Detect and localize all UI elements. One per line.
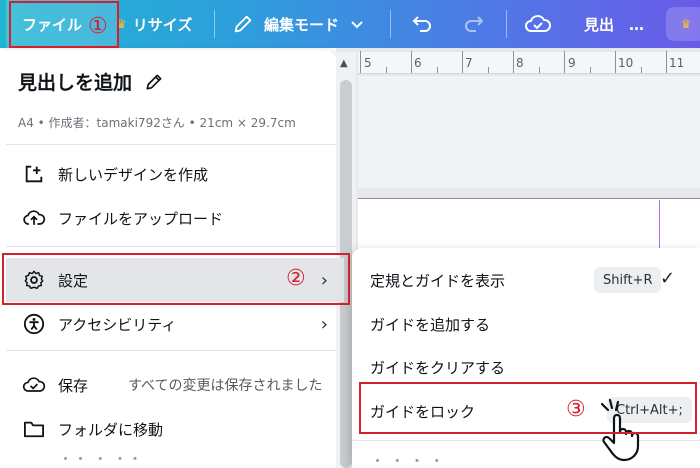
undo-button[interactable] — [410, 0, 434, 48]
save-item[interactable]: 保存 すべての変更は保存されました — [6, 363, 344, 407]
annotation-number-2: ② — [286, 266, 306, 291]
ruler-tick-label: 10 — [618, 56, 634, 70]
show-rulers-guides-label: 定規とガイドを表示 — [370, 271, 506, 290]
ruler-tick — [488, 67, 489, 73]
upload-file-item[interactable]: ファイルをアップロード — [6, 196, 344, 240]
resize-label: リサイズ — [132, 15, 193, 34]
save-label: 保存 — [58, 376, 89, 395]
ruler-tick — [539, 67, 540, 73]
menu-divider — [6, 144, 336, 145]
clear-guides-label: ガイドをクリアする — [370, 358, 506, 377]
accessibility-item[interactable]: アクセシビリティ › — [6, 302, 344, 346]
design-title-label: 見出 … — [584, 15, 645, 34]
hand-pointer-icon — [600, 398, 640, 462]
move-to-folder-label: フォルダに移動 — [58, 420, 164, 439]
chevron-right-icon: › — [320, 313, 328, 335]
check-icon: ✓ — [660, 268, 676, 289]
shortcut-badge: Shift+R — [594, 267, 662, 293]
annotation-number-1: ① — [88, 14, 108, 39]
accessibility-label: アクセシビリティ — [58, 315, 177, 334]
toolbar-divider — [506, 10, 507, 38]
ruler-tick — [564, 51, 565, 73]
move-to-folder-item[interactable]: フォルダに移動 — [6, 407, 344, 451]
ruler-tick-label: 7 — [465, 56, 473, 70]
file-menu-label: ファイル — [22, 15, 83, 34]
edit-mode-dropdown[interactable]: 編集モード — [232, 0, 365, 48]
folder-icon — [22, 448, 46, 468]
design-title[interactable]: 見出 … — [584, 0, 644, 48]
ruler-tick-label: 11 — [669, 56, 685, 70]
cloud-upload-icon — [22, 206, 46, 230]
ruler-tick-label: 6 — [414, 56, 422, 70]
ruler-tick — [462, 51, 463, 73]
cloud-check-icon — [22, 373, 46, 397]
partial-menu-item[interactable]: ・・ ・ ・・ — [6, 448, 344, 468]
ruler-tick — [615, 51, 616, 73]
accessibility-icon — [22, 312, 46, 336]
toolbar-divider — [390, 10, 391, 38]
menu-divider — [6, 350, 336, 351]
horizontal-ruler: 5 6 7 8 9 10 11 — [358, 51, 700, 74]
partial-menu-label: ・・ ・ ・・ — [58, 449, 143, 468]
save-status-text: すべての変更は保存されました — [128, 378, 323, 394]
design-name-heading[interactable]: 見出しを追加 — [18, 68, 164, 95]
create-new-design-label: 新しいデザインを作成 — [58, 165, 209, 184]
ruler-tick — [360, 51, 361, 73]
undo-icon — [412, 16, 431, 32]
add-design-icon — [22, 162, 46, 186]
upload-file-label: ファイルをアップロード — [58, 209, 224, 228]
gear-icon — [22, 268, 46, 292]
lock-guides-label: ガイドをロック — [370, 402, 476, 421]
ruler-tick-label: 5 — [364, 56, 372, 70]
ruler-tick — [666, 51, 667, 73]
menu-divider — [6, 246, 336, 247]
chevron-down-icon — [351, 21, 363, 29]
ruler-tick — [437, 67, 438, 73]
folder-icon — [22, 417, 46, 441]
previous-page — [358, 76, 700, 188]
settings-label: 設定 — [58, 271, 89, 290]
create-new-design-item[interactable]: 新しいデザインを作成 — [6, 152, 344, 196]
save-status-button[interactable] — [524, 0, 552, 48]
pro-upgrade-button[interactable]: ♛ — [666, 7, 700, 41]
ruler-tick — [641, 67, 642, 73]
partial-submenu-label: ・ ・ ・ ・ — [370, 452, 445, 468]
resize-button[interactable]: ♛ リサイズ — [116, 0, 192, 48]
add-guide-label: ガイドを追加する — [370, 315, 491, 334]
edit-mode-label: 編集モード — [264, 15, 340, 34]
pencil-icon[interactable] — [144, 72, 164, 92]
chevron-right-icon: › — [320, 269, 328, 291]
redo-button[interactable] — [462, 0, 486, 48]
partial-submenu-item[interactable]: ・ ・ ・ ・ — [352, 452, 700, 468]
cloud-check-icon — [525, 15, 551, 32]
toolbar-divider — [214, 10, 215, 38]
menu-divider — [352, 440, 700, 441]
ruler-tick-label: 8 — [516, 56, 524, 70]
add-guide-item[interactable]: ガイドを追加する — [352, 302, 700, 346]
ruler-tick-label: 9 — [568, 56, 576, 70]
design-name: 見出しを追加 — [18, 72, 133, 94]
crown-icon: ♛ — [116, 17, 127, 31]
ruler-tick — [590, 67, 591, 73]
pencil-icon — [234, 15, 252, 33]
clear-guides-item[interactable]: ガイドをクリアする — [352, 345, 700, 389]
ruler-tick — [411, 51, 412, 73]
redo-icon — [465, 16, 484, 32]
ruler-tick — [513, 51, 514, 73]
design-info: A4 • 作成者：tamaki792さん • 21cm × 29.7cm — [18, 116, 296, 130]
crown-icon: ♛ — [680, 17, 692, 31]
scroll-up-icon[interactable]: ▲ — [340, 58, 348, 69]
annotation-number-3: ③ — [566, 397, 586, 422]
ruler-tick — [386, 67, 387, 73]
